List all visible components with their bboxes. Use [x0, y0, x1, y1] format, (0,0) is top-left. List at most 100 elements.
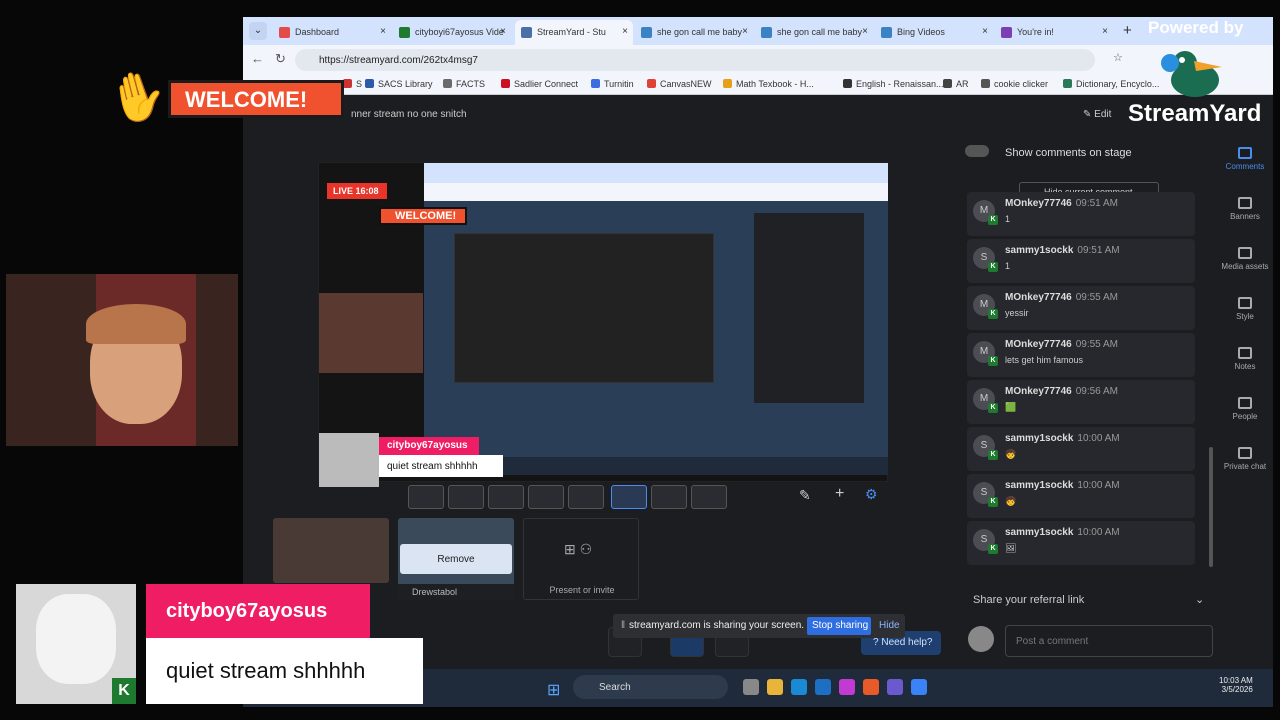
bookmark-item[interactable]: cookie clicker [981, 79, 1048, 89]
stage-canvas: LIVE 16:08 WELCOME! cityboy67ayosus quie… [318, 162, 888, 487]
bookmark-item[interactable]: AR [943, 79, 969, 89]
tab-label: cityboyi67ayosus Vide [415, 27, 504, 37]
rail-item-people[interactable]: People [1221, 397, 1269, 421]
comment-item[interactable]: S K sammy1sockk 10:00 AM 🖼 [967, 521, 1195, 565]
bookmark-item[interactable]: Dictionary, Encyclo... [1063, 79, 1159, 89]
bookmark-item[interactable]: CanvasNEW [647, 79, 712, 89]
layout-option[interactable] [448, 485, 484, 509]
remove-button[interactable]: Remove [400, 544, 512, 574]
add-person-icon: ⊞ ⚇ [564, 541, 593, 557]
comment-item[interactable]: S K sammy1sockk 10:00 AM 🧒 [967, 427, 1195, 471]
kick-icon: K [988, 544, 998, 554]
stop-sharing-button[interactable]: Stop sharing [807, 617, 871, 635]
new-tab-button[interactable]: + [1123, 22, 1132, 39]
layout-option[interactable] [568, 485, 604, 509]
avatar [968, 626, 994, 652]
pencil-icon[interactable]: ✎ [799, 487, 811, 504]
nested-stage [454, 233, 714, 383]
close-icon[interactable]: × [1102, 26, 1108, 37]
chat-scrollbar[interactable] [1209, 447, 1213, 567]
hide-button[interactable]: Hide [879, 620, 900, 631]
bookmark-item[interactable]: Sadlier Connect [501, 79, 578, 89]
taskbar-app-icon[interactable] [743, 679, 759, 695]
url-field[interactable]: https://streamyard.com/262tx4msg7 [295, 49, 1095, 71]
close-icon[interactable]: × [622, 26, 628, 37]
comment-text: 1 [1005, 214, 1011, 224]
layout-option[interactable] [611, 485, 647, 509]
tab-6[interactable]: You're in! × [995, 20, 1113, 45]
nested-screen-share [424, 163, 888, 475]
present-invite-tile[interactable]: ⊞ ⚇ Present or invite [523, 518, 639, 600]
bookmark-label: English - Renaissan... [856, 79, 944, 89]
layout-option[interactable] [488, 485, 524, 509]
hair [86, 304, 186, 344]
settings-icon[interactable]: ⚙ [865, 486, 878, 503]
tab-1[interactable]: cityboyi67ayosus Vide × [393, 20, 511, 45]
bookmark-icon [843, 79, 852, 88]
rail-item-media-assets[interactable]: Media assets [1221, 247, 1269, 271]
layout-option[interactable] [691, 485, 727, 509]
stage-webcam [319, 293, 423, 373]
bookmark-item[interactable]: Turnitin [591, 79, 634, 89]
bookmark-item[interactable]: SACS Library [365, 79, 433, 89]
reload-icon[interactable]: ↻ [275, 51, 286, 67]
webcam-source-tile[interactable] [273, 518, 389, 583]
comment-item[interactable]: S K sammy1sockk 10:00 AM 🧒 [967, 474, 1195, 518]
tab-4[interactable]: she gon call me baby × [755, 20, 873, 45]
tab-search-icon[interactable]: ⌄ [249, 22, 267, 40]
referral-link[interactable]: Share your referral link [973, 594, 1084, 606]
taskbar-app-icon[interactable] [839, 679, 855, 695]
layout-option[interactable] [408, 485, 444, 509]
clock: 10:03 AM 3/5/2026 [1219, 676, 1253, 694]
close-icon[interactable]: × [742, 26, 748, 37]
edit-button[interactable]: ✎ Edit [1083, 109, 1111, 120]
taskbar-app-icon[interactable] [815, 679, 831, 695]
comment-author: sammy1sockk 09:51 AM [1005, 245, 1120, 256]
taskbar-app-icon[interactable] [887, 679, 903, 695]
comment-author: sammy1sockk 10:00 AM [1005, 527, 1120, 538]
tab-favicon-icon [521, 27, 532, 38]
comment-item[interactable]: M K MOnkey77746 09:56 AM 🟩 [967, 380, 1195, 424]
close-icon[interactable]: × [862, 26, 868, 37]
chevron-down-icon[interactable]: ⌄ [1195, 593, 1204, 606]
comment-item[interactable]: S K sammy1sockk 09:51 AM 1 [967, 239, 1195, 283]
bookmark-icon [443, 79, 452, 88]
taskbar-app-icon[interactable] [863, 679, 879, 695]
rail-item-notes[interactable]: Notes [1221, 347, 1269, 371]
layout-option[interactable] [651, 485, 687, 509]
rail-item-comments[interactable]: Comments [1221, 147, 1269, 171]
close-icon[interactable]: × [380, 26, 386, 37]
bookmark-item[interactable]: English - Renaissan... [843, 79, 944, 89]
back-icon[interactable]: ← [251, 51, 264, 66]
star-icon[interactable]: ☆ [1113, 51, 1123, 64]
rail-item-private-chat[interactable]: Private chat [1221, 447, 1269, 471]
taskbar-search[interactable]: Search [573, 675, 728, 699]
layout-option[interactable] [528, 485, 564, 509]
tab-0[interactable]: Dashboard × [273, 20, 391, 45]
present-label: Present or invite [549, 585, 615, 595]
comment-item[interactable]: M K MOnkey77746 09:55 AM lets get him famous [967, 333, 1195, 377]
close-icon[interactable]: × [982, 26, 988, 37]
comment-item[interactable]: M K MOnkey77746 09:55 AM yessir [967, 286, 1195, 330]
bookmark-item[interactable]: Math Texbook - H... [723, 79, 814, 89]
rail-item-banners[interactable]: Banners [1221, 197, 1269, 221]
taskbar-app-icon[interactable] [767, 679, 783, 695]
tab-2[interactable]: StreamYard - Stu × [515, 20, 633, 45]
post-comment-input[interactable]: Post a comment [1005, 625, 1213, 657]
add-icon[interactable]: + [835, 485, 844, 503]
bookmark-item[interactable]: FACTS [443, 79, 485, 89]
close-icon[interactable]: × [500, 26, 506, 37]
stream-title[interactable]: nner stream no one snitch [351, 109, 467, 120]
windows-start-icon[interactable]: ⊞ [547, 680, 560, 700]
tab-5[interactable]: Bing Videos × [875, 20, 993, 45]
taskbar-app-icon[interactable] [911, 679, 927, 695]
banner-name: cityboy67ayosus [146, 584, 370, 638]
taskbar-app-icon[interactable] [791, 679, 807, 695]
rail-item-style[interactable]: Style [1221, 297, 1269, 321]
welcome-overlay: WELCOME! ✋ [102, 64, 353, 131]
tab-3[interactable]: she gon call me baby × [635, 20, 753, 45]
rail-icon [1238, 297, 1252, 309]
rail-label: Banners [1230, 212, 1260, 221]
screen-source-tile[interactable]: Remove Drewstabol [398, 518, 514, 600]
comment-item[interactable]: M K MOnkey77746 09:51 AM 1 [967, 192, 1195, 236]
